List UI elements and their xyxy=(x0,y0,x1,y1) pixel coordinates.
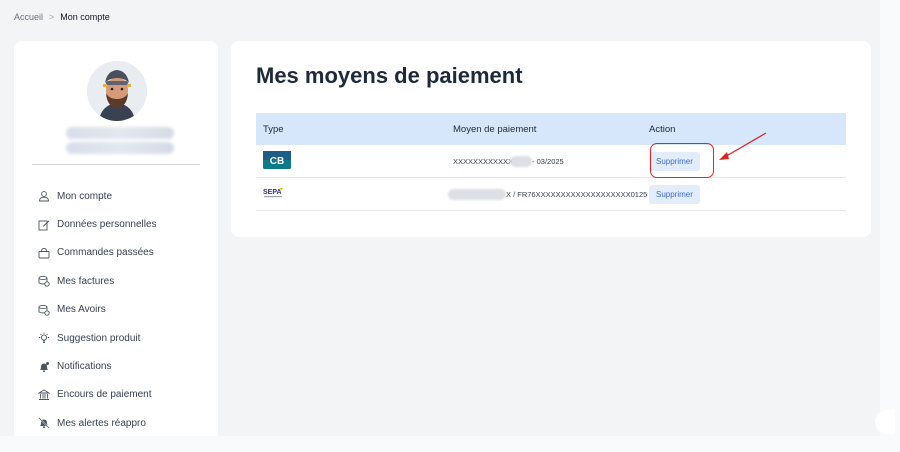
blurred-user-email xyxy=(66,142,174,154)
bell-icon xyxy=(38,361,50,373)
annotation-highlight-box xyxy=(650,143,714,178)
right-edge xyxy=(880,0,900,452)
blurred-card-digits xyxy=(510,155,533,167)
card-expiry: - 03/2025 xyxy=(532,156,564,166)
sidebar-divider xyxy=(32,164,200,165)
sidebar-item-mes-factures[interactable]: Mes factures xyxy=(38,267,218,295)
svg-text:SEPA: SEPA xyxy=(263,189,282,196)
sidebar-item-label: Notifications xyxy=(57,361,112,373)
sidebar-item-donnees-personnelles[interactable]: Données personnelles xyxy=(38,210,218,238)
sidebar-item-label: Mes alertes réappro xyxy=(57,417,146,429)
table-row: SEPA X / FR76XXXXXXXXXXXXXXXXXXX0125 Sup… xyxy=(256,178,846,211)
sidebar-menu: Mon compte Données personnelles Commande… xyxy=(38,182,218,438)
svg-text:CB: CB xyxy=(270,156,284,167)
account-sidebar: Mon compte Données personnelles Commande… xyxy=(14,41,218,441)
sepa-icon: SEPA xyxy=(263,188,285,202)
sidebar-item-label: Encours de paiement xyxy=(57,389,152,401)
annotation-arrow-icon xyxy=(719,132,767,160)
blurred-account-holder xyxy=(448,188,506,200)
card-number: XXXXXXXXXXXX xyxy=(453,156,514,166)
header-type: Type xyxy=(263,123,284,135)
coins-icon xyxy=(38,275,50,288)
bank-icon xyxy=(38,389,50,401)
sidebar-item-label: Mes factures xyxy=(57,275,115,287)
sidebar-item-label: Commandes passées xyxy=(57,247,154,259)
floating-widget-edge[interactable] xyxy=(875,410,895,434)
sidebar-item-label: Données personnelles xyxy=(57,219,157,231)
sidebar-item-suggestion-produit[interactable]: Suggestion produit xyxy=(38,324,218,352)
sidebar-item-commandes-passees[interactable]: Commandes passées xyxy=(38,239,218,267)
bottom-edge xyxy=(0,436,900,452)
delete-sepa-button[interactable]: Supprimer xyxy=(649,184,700,204)
cb-card-icon: CB xyxy=(263,151,291,171)
breadcrumb-current: Mon compte xyxy=(60,12,110,22)
lightbulb-icon xyxy=(38,332,50,344)
breadcrumb-home-link[interactable]: Accueil xyxy=(14,12,43,22)
sidebar-item-mes-alertes-reappro[interactable]: Mes alertes réappro xyxy=(38,409,218,437)
header-moyen: Moyen de paiement xyxy=(453,123,537,135)
page-title: Mes moyens de paiement xyxy=(256,63,523,88)
sidebar-item-label: Mes Avoirs xyxy=(57,304,106,316)
sidebar-item-label: Suggestion produit xyxy=(57,332,141,344)
coins-icon xyxy=(38,304,50,316)
sidebar-item-mes-avoirs[interactable]: Mes Avoirs xyxy=(38,296,218,324)
sidebar-item-mon-compte[interactable]: Mon compte xyxy=(38,182,218,210)
payment-methods-panel: Mes moyens de paiement Type Moyen de pai… xyxy=(231,41,871,237)
basket-icon xyxy=(38,247,50,259)
iban-number: X / FR76XXXXXXXXXXXXXXXXXXX0125 xyxy=(506,189,648,199)
sidebar-item-notifications[interactable]: Notifications xyxy=(38,352,218,380)
edit-icon xyxy=(38,219,50,231)
sidebar-item-encours-de-paiement[interactable]: Encours de paiement xyxy=(38,381,218,409)
bell-off-icon xyxy=(38,417,50,429)
avatar xyxy=(87,61,147,121)
sidebar-item-label: Mon compte xyxy=(57,190,113,202)
breadcrumb-separator: > xyxy=(49,12,55,22)
user-icon xyxy=(38,190,50,202)
blurred-user-name xyxy=(66,127,174,139)
breadcrumb: Accueil > Mon compte xyxy=(14,12,110,22)
